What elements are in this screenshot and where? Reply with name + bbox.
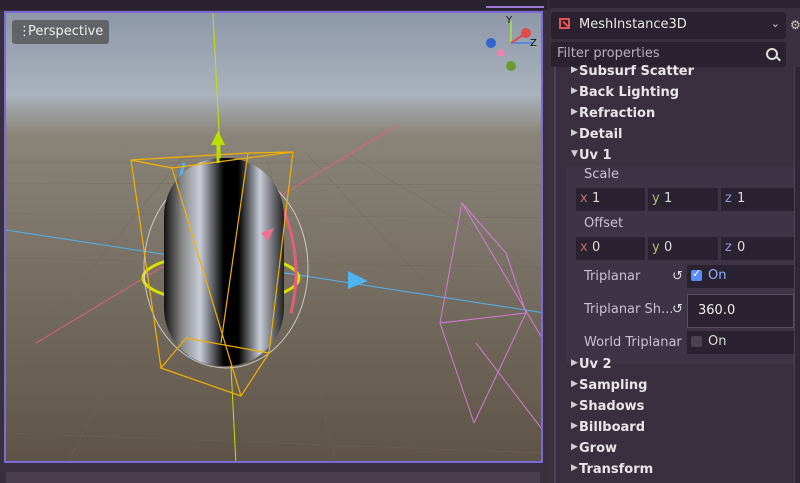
scale-y-field[interactable]: y1	[648, 188, 718, 211]
section-grow[interactable]: ▶ Grow	[556, 439, 794, 460]
offset-label: Offset	[584, 216, 624, 231]
gizmo-y-label: Y	[505, 15, 513, 26]
capsule-mesh[interactable]	[164, 158, 284, 366]
world-triplanar-label: World Triplanar	[584, 335, 682, 350]
chevron-right-icon: ▶	[571, 128, 578, 138]
section-uv2[interactable]: ▶ Uv 2	[556, 355, 794, 376]
axis-y-label: y	[652, 240, 660, 255]
section-back-lighting[interactable]: ▶ Back Lighting	[556, 83, 794, 104]
chevron-right-icon: ▶	[571, 421, 578, 431]
uv1-properties: Scale x1 y1 z1 Offset x0 y0 z0 Triplanar…	[566, 167, 794, 364]
section-refraction[interactable]: ▶ Refraction	[556, 104, 794, 125]
offset-x-field[interactable]: x0	[576, 237, 645, 260]
inspector-scrollbar[interactable]	[795, 67, 800, 483]
editor-top-strip	[0, 0, 548, 10]
3d-viewport[interactable]: Y Z ⋮Perspective	[4, 11, 543, 463]
perspective-menu-button[interactable]: ⋮Perspective	[12, 20, 110, 44]
node-type-label: MeshInstance3D	[579, 17, 687, 32]
chevron-right-icon: ▶	[571, 86, 578, 96]
scale-x-field[interactable]: x1	[576, 188, 645, 211]
axis-y-label: y	[652, 191, 660, 206]
axis-x-label: x	[580, 191, 588, 206]
world-triplanar-checkbox[interactable]: On	[687, 331, 794, 354]
triplanar-sharpness-field[interactable]: 360.0	[687, 294, 794, 328]
chevron-right-icon: ▶	[571, 379, 578, 389]
triplanar-sharpness-label: Triplanar Sh...	[584, 302, 674, 317]
chevron-right-icon: ▶	[571, 400, 578, 410]
offset-z-field[interactable]: z0	[721, 237, 794, 260]
chevron-right-icon: ▶	[571, 107, 578, 117]
checkbox-checked-icon	[691, 267, 702, 281]
node-type-selector[interactable]: MeshInstance3D ⌄	[551, 12, 786, 39]
active-tab-indicator	[486, 6, 544, 8]
reset-icon[interactable]: ↺	[672, 269, 683, 284]
section-uv1[interactable]: ▼ Uv 1	[556, 146, 794, 167]
offset-y-field[interactable]: y0	[648, 237, 718, 260]
axis-z-label: z	[725, 191, 732, 206]
viewport-bottom-bar	[0, 465, 548, 483]
search-icon	[766, 48, 778, 60]
section-detail[interactable]: ▶ Detail	[556, 125, 794, 146]
chevron-right-icon: ▶	[571, 463, 578, 473]
scale-label: Scale	[584, 167, 619, 182]
inspector-panel: MeshInstance3D ⌄ ⚙ Filter properties ▶ Su…	[549, 0, 800, 483]
triplanar-label: Triplanar	[584, 269, 641, 284]
section-subsurf-scatter[interactable]: ▶ Subsurf Scatter	[556, 62, 794, 83]
section-sampling[interactable]: ▶ Sampling	[556, 376, 794, 397]
perspective-label: Perspective	[28, 24, 104, 39]
viewport-scene: Y Z	[6, 13, 541, 461]
menu-dots-icon: ⋮	[18, 24, 31, 39]
chevron-right-icon: ▶	[571, 442, 578, 452]
tool-icon[interactable]: ⚙	[790, 18, 800, 32]
section-billboard[interactable]: ▶ Billboard	[556, 418, 794, 439]
checkbox-unchecked-icon	[691, 336, 702, 347]
chevron-right-icon: ▶	[571, 358, 578, 368]
section-transform[interactable]: ▶ Transform	[556, 460, 794, 481]
section-shadows[interactable]: ▶ Shadows	[556, 397, 794, 418]
reset-icon[interactable]: ↺	[672, 302, 683, 317]
filter-placeholder: Filter properties	[557, 46, 660, 61]
axis-z-label: z	[725, 240, 732, 255]
gizmo-z-label: Z	[530, 38, 537, 49]
triplanar-checkbox[interactable]: On	[687, 265, 794, 288]
mesh-instance-icon	[559, 18, 570, 29]
chevron-down-icon: ▼	[571, 149, 578, 159]
chevron-right-icon: ▶	[571, 65, 578, 75]
property-list: ▶ Subsurf Scatter ▶ Back Lighting ▶ Refract…	[554, 64, 796, 483]
scale-z-field[interactable]: z1	[721, 188, 794, 211]
chevron-down-icon: ⌄	[770, 17, 780, 30]
axis-x-label: x	[580, 240, 588, 255]
